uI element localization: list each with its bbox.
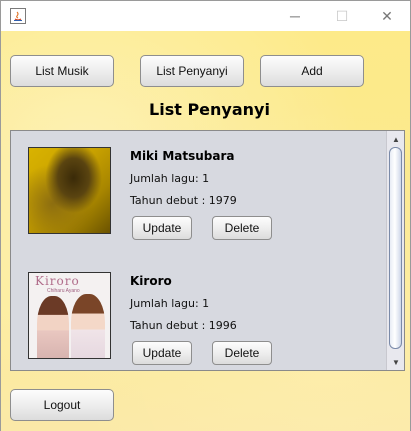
add-button[interactable]: Add: [260, 55, 364, 87]
cover-person-left: [37, 296, 69, 358]
list-penyanyi-button[interactable]: List Penyanyi: [140, 55, 244, 87]
maximize-button[interactable]: ☐: [319, 1, 365, 31]
close-button[interactable]: ✕: [364, 1, 410, 31]
singer-name: Kiroro: [130, 274, 172, 288]
cover-person-right: [71, 294, 105, 358]
page-title: List Penyanyi: [149, 100, 270, 119]
singer-cover-image: Kiroro Chiharu Ayano: [28, 272, 111, 359]
logout-button[interactable]: Logout: [10, 389, 114, 421]
minimize-button[interactable]: ─: [272, 1, 318, 31]
singer-cover-image: [28, 147, 111, 234]
title-bar: ─ ☐ ✕: [1, 1, 410, 31]
list-musik-button[interactable]: List Musik: [10, 55, 114, 87]
debut-year: Tahun debut : 1979: [130, 194, 237, 207]
scroll-up-icon[interactable]: ▲: [387, 131, 404, 147]
list-item: Miki Matsubara Jumlah lagu: 1 Tahun debu…: [11, 131, 387, 251]
main-content: List Musik List Penyanyi Add List Penyan…: [1, 31, 410, 431]
delete-button[interactable]: Delete: [212, 216, 272, 240]
vertical-scrollbar[interactable]: ▲ ▼: [386, 131, 404, 370]
singer-list[interactable]: Miki Matsubara Jumlah lagu: 1 Tahun debu…: [10, 130, 405, 371]
delete-button[interactable]: Delete: [212, 341, 272, 365]
song-count: Jumlah lagu: 1: [130, 297, 210, 310]
debut-year: Tahun debut : 1996: [130, 319, 237, 332]
cover-title: Kiroro: [35, 274, 80, 288]
cover-subtitle: Chiharu Ayano: [47, 288, 80, 294]
singer-name: Miki Matsubara: [130, 149, 235, 163]
scroll-thumb[interactable]: [389, 147, 402, 349]
update-button[interactable]: Update: [132, 341, 192, 365]
java-app-icon: [10, 8, 26, 24]
update-button[interactable]: Update: [132, 216, 192, 240]
list-item: Kiroro Chiharu Ayano Kiroro Jumlah lagu:…: [11, 256, 387, 370]
scroll-down-icon[interactable]: ▼: [387, 354, 404, 370]
song-count: Jumlah lagu: 1: [130, 172, 210, 185]
app-window: ─ ☐ ✕ List Musik List Penyanyi Add List …: [0, 0, 411, 431]
